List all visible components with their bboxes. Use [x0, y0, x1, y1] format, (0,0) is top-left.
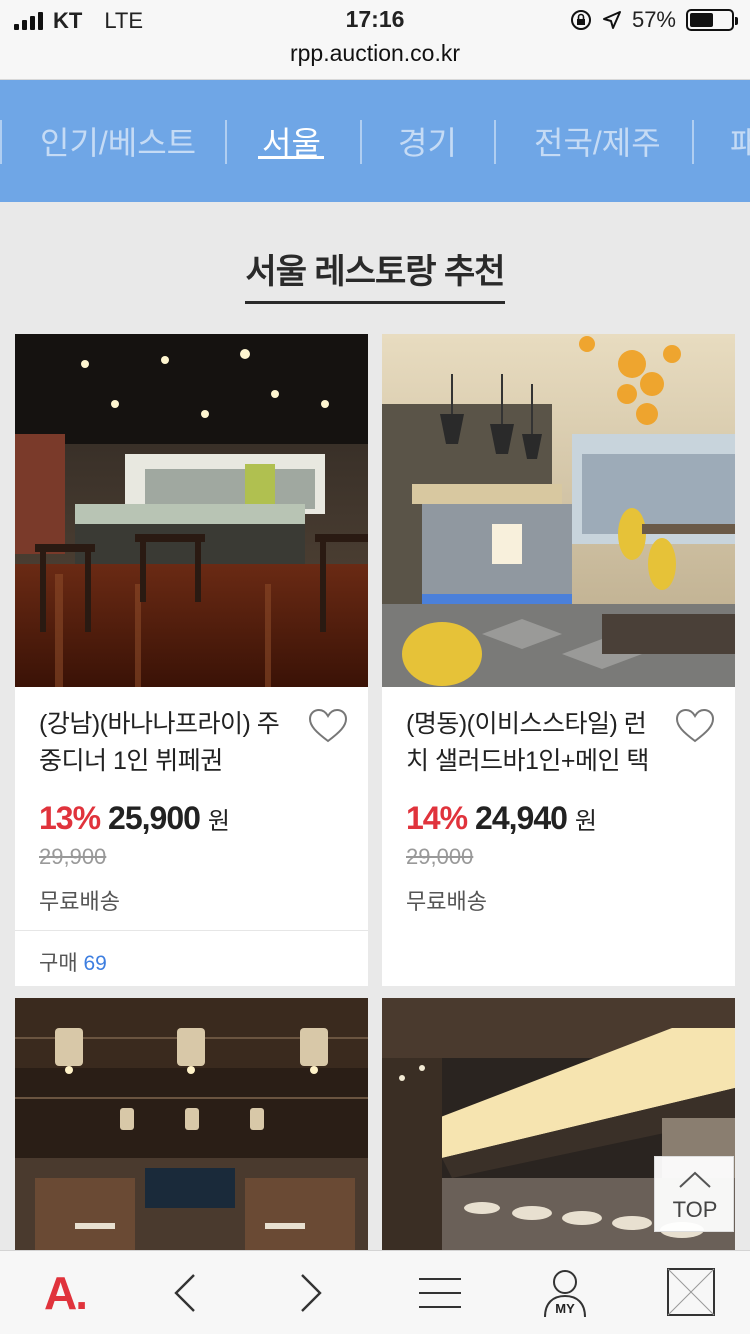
section-title: 서울 레스토랑 추천	[245, 244, 506, 304]
tab-separator	[0, 120, 2, 164]
sale-price: 25,900	[108, 800, 201, 836]
tab-separator	[225, 120, 227, 164]
top-label: TOP	[672, 1197, 718, 1222]
heart-icon[interactable]	[675, 708, 715, 744]
tab-popular-best[interactable]: 인기/베스트	[40, 118, 196, 164]
tabs-button[interactable]	[660, 1251, 724, 1334]
tab-separator	[494, 120, 496, 164]
tab-separator	[692, 120, 694, 164]
my-label: MY	[555, 1301, 575, 1316]
auction-logo-button[interactable]: A.	[30, 1251, 100, 1334]
tab-partial[interactable]: 패	[730, 118, 750, 164]
purchase-count: 구매 69	[39, 947, 107, 977]
purchase-count-row: 구매 69	[15, 930, 368, 986]
product-card[interactable]: (명동)(이비스스타일) 런치 샐러드바1인+메인 택 14% 24,940 원…	[382, 334, 735, 986]
location-arrow-icon	[602, 11, 621, 29]
scroll-to-top-button[interactable]: TOP	[654, 1156, 734, 1232]
my-page-button[interactable]: MY	[530, 1251, 600, 1334]
tab-separator	[360, 120, 362, 164]
original-price: 29,900	[39, 844, 107, 869]
forward-arrow-icon	[301, 1274, 322, 1312]
status-bar: KT LTE 17:16 rpp.auction.co.kr 57%	[0, 0, 750, 80]
heart-icon[interactable]	[308, 708, 348, 744]
product-image[interactable]	[15, 334, 368, 687]
product-image[interactable]	[382, 334, 735, 687]
orientation-lock-icon	[570, 10, 591, 30]
discount-rate: 13%	[39, 800, 101, 836]
purchase-label: 구매	[39, 952, 78, 975]
menu-button[interactable]	[410, 1251, 470, 1334]
product-image[interactable]	[15, 998, 368, 1250]
section-heading: 서울 레스토랑 추천	[0, 244, 750, 304]
price-row: 13% 25,900 원	[39, 800, 230, 837]
active-tab-underline	[258, 156, 324, 159]
shipping-info: 무료배송	[406, 889, 487, 914]
back-arrow-icon	[174, 1274, 195, 1312]
purchase-number: 69	[83, 952, 107, 975]
status-right: 57%	[570, 7, 738, 33]
price-row: 14% 24,940 원	[406, 800, 597, 837]
tab-nationwide-jeju[interactable]: 전국/제주	[534, 118, 661, 164]
auction-logo-icon: A.	[44, 1267, 88, 1319]
back-button[interactable]	[160, 1251, 210, 1334]
product-card[interactable]: (강남)(바나나프라이) 주중디너 1인 뷔페권 13% 25,900 원 29…	[15, 334, 368, 986]
tabs-icon	[667, 1268, 715, 1316]
forward-button[interactable]	[286, 1251, 336, 1334]
product-title[interactable]: (강남)(바나나프라이) 주중디너 1인 뷔페권	[39, 706, 299, 780]
shipping-info: 무료배송	[39, 889, 120, 914]
browser-toolbar: A. MY	[0, 1250, 750, 1334]
original-price: 29,000	[406, 844, 474, 869]
discount-rate: 14%	[406, 800, 468, 836]
currency: 원	[574, 808, 598, 835]
product-title[interactable]: (명동)(이비스스타일) 런치 샐러드바1인+메인 택	[406, 706, 666, 780]
product-card[interactable]	[15, 998, 368, 1250]
sale-price: 24,940	[475, 800, 568, 836]
category-nav: 인기/베스트 서울 경기 전국/제주 패	[0, 80, 750, 202]
menu-icon	[419, 1278, 461, 1308]
chevron-up-icon	[679, 1171, 711, 1188]
battery-percent: 57%	[631, 7, 676, 32]
currency: 원	[207, 808, 231, 835]
tab-gyeonggi[interactable]: 경기	[398, 118, 457, 164]
url-bar[interactable]: rpp.auction.co.kr	[0, 40, 750, 67]
battery-icon	[686, 9, 738, 31]
